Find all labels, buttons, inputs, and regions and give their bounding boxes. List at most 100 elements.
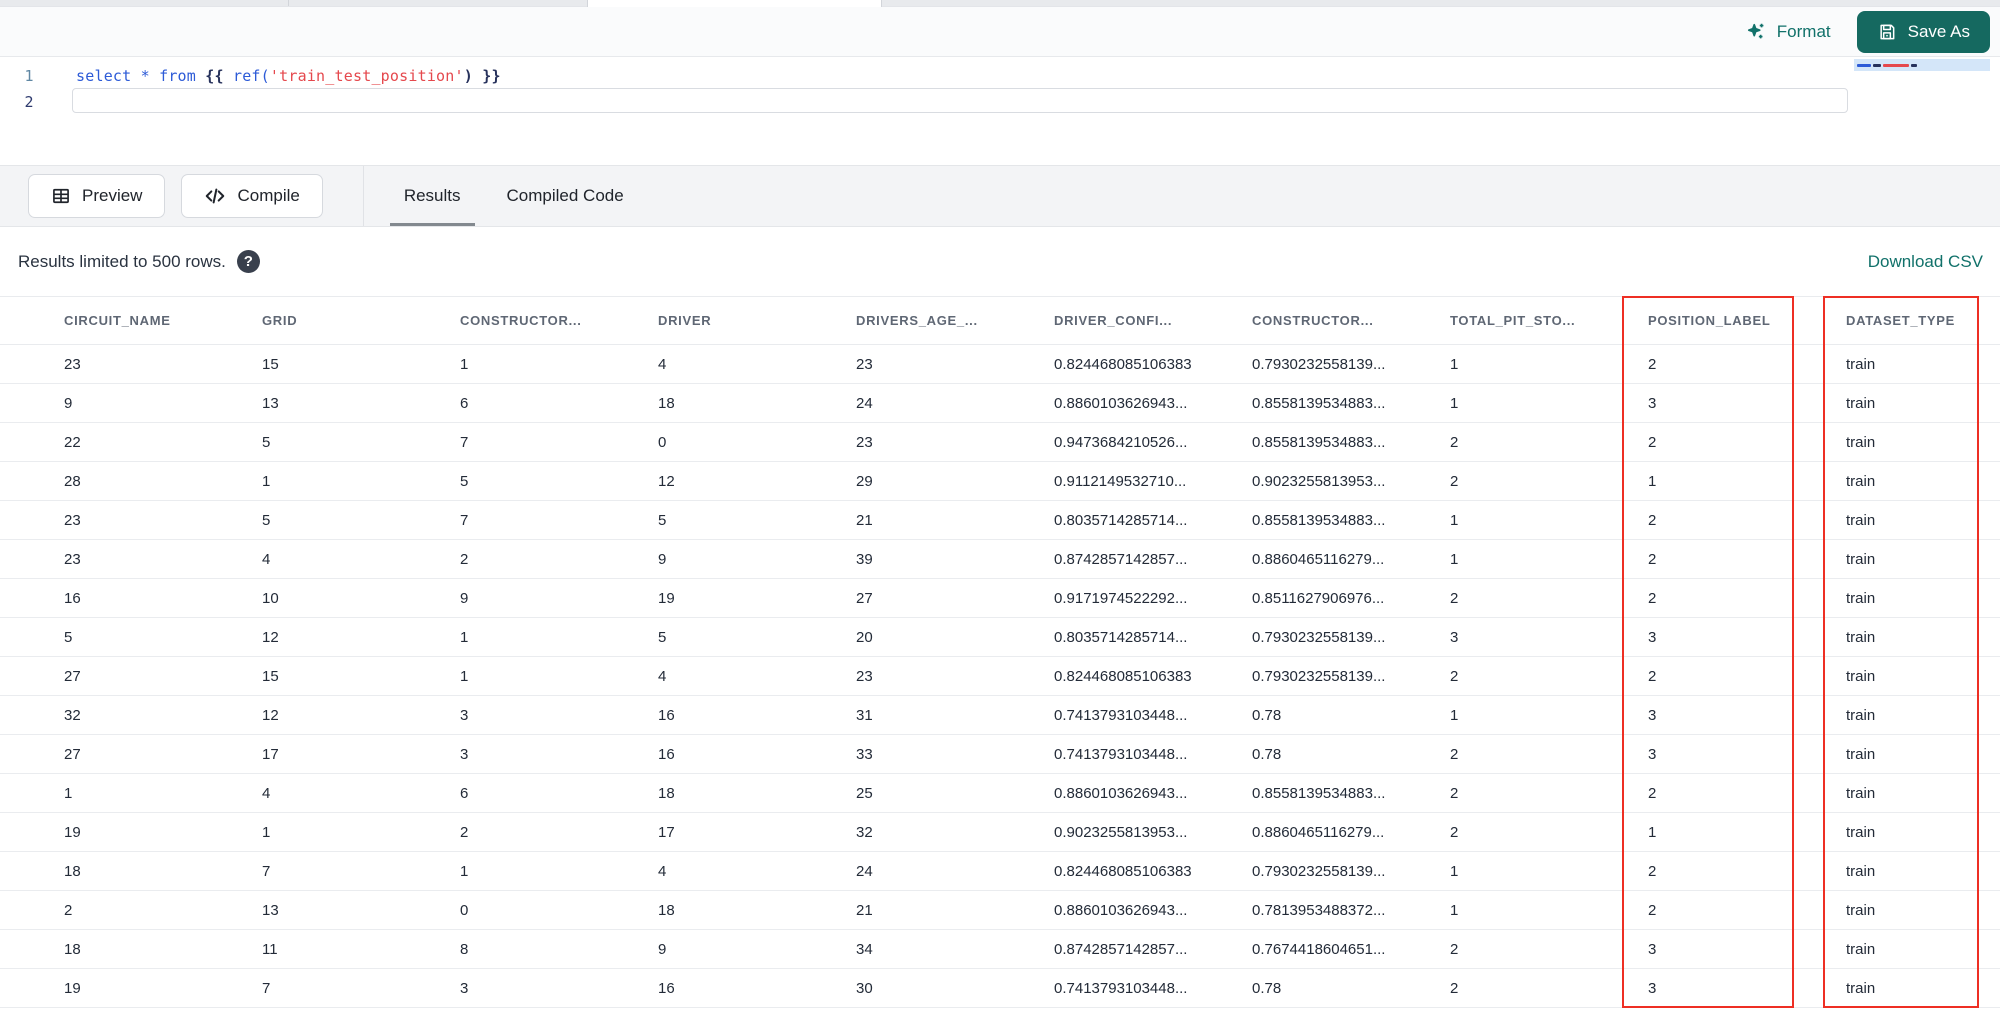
code-icon	[204, 185, 226, 207]
column-header: DATASET_TYPE	[1846, 313, 1956, 328]
table-cell: 23	[64, 511, 81, 529]
table-cell: 0.7813953488372...	[1252, 901, 1386, 919]
sql-statement[interactable]: select * from {{ ref('train_test_positio…	[58, 67, 501, 85]
table-cell: 0.8511627906976...	[1252, 589, 1385, 607]
file-tab-strip[interactable]	[0, 0, 2000, 7]
table-cell: 2	[1648, 355, 1657, 373]
table-cell: 5	[262, 433, 271, 451]
sql-token-plain	[473, 67, 482, 85]
sql-token-plain	[224, 67, 233, 85]
table-cell: 0.8860465116279...	[1252, 550, 1385, 568]
table-row: 2 13 0 18 21 0.8860103626943... 0.781395348837…	[0, 891, 2000, 930]
table-cell: 1	[1450, 901, 1459, 919]
table-cell: 2	[1450, 940, 1459, 958]
table-cell: 0.824468085106383	[1054, 667, 1192, 685]
table-row: 18 11 8 9 34 0.8742857142857... 0.767441860465…	[0, 930, 2000, 969]
table-cell: 0.8558139534883...	[1252, 394, 1386, 412]
help-icon[interactable]: ?	[236, 250, 260, 273]
table-cell: 3	[1648, 706, 1657, 724]
tab-results[interactable]: Results	[389, 166, 475, 226]
table-cell: 9	[460, 589, 469, 607]
table-cell: 5	[262, 511, 271, 529]
tab-compiled-code[interactable]: Compiled Code	[501, 166, 630, 226]
table-cell: 0.78	[1252, 979, 1282, 997]
table-cell: 6	[460, 394, 469, 412]
table-cell: 0.8860103626943...	[1054, 394, 1188, 412]
table-cell: 2	[1648, 784, 1657, 802]
table-cell: 22	[64, 433, 81, 451]
table-cell: 3	[460, 706, 469, 724]
format-button[interactable]: Format	[1746, 21, 1831, 43]
table-cell: 5	[658, 511, 667, 529]
table-cell: 10	[262, 589, 279, 607]
table-header-row: CIRCUIT_NAME GRID CONSTRUCTOR... DRIVER DRIV…	[0, 296, 2000, 345]
column-header: POSITION_LABEL	[1648, 313, 1771, 328]
table-cell: 2	[460, 550, 469, 568]
table-cell: 3	[460, 745, 469, 763]
sql-token-plain	[131, 67, 140, 85]
table-cell: 1	[1648, 823, 1657, 841]
table-cell: train	[1846, 745, 1876, 763]
table-cell: train	[1846, 628, 1876, 646]
table-row: 19 7 3 16 30 0.7413793103448... 0.78 2 3 train	[0, 969, 2000, 1008]
sql-token-brace: {{	[205, 67, 224, 85]
table-row: 23 4 2 9 39 0.8742857142857... 0.8860465116279…	[0, 540, 2000, 579]
table-row: 28 1 5 12 29 0.9112149532710... 0.902325581395…	[0, 462, 2000, 501]
sql-editor[interactable]: 1 select * from {{ ref('train_test_posit…	[0, 57, 2000, 165]
table-grid-icon	[51, 186, 71, 206]
table-cell: 24	[856, 862, 873, 880]
code-line-1[interactable]: 1 select * from {{ ref('train_test_posit…	[0, 63, 2000, 89]
table-cell: train	[1846, 901, 1876, 919]
column-header: CIRCUIT_NAME	[64, 313, 171, 328]
table-cell: 0.78	[1252, 706, 1282, 724]
active-file-tab[interactable]	[587, 0, 882, 7]
table-cell: 2	[1648, 901, 1657, 919]
table-cell: 0.8742857142857...	[1054, 550, 1188, 568]
code-line-2[interactable]: 2	[0, 89, 2000, 115]
table-row: 22 5 7 0 23 0.9473684210526... 0.8558139534883…	[0, 423, 2000, 462]
table-cell: 24	[856, 394, 873, 412]
table-cell: train	[1846, 472, 1876, 490]
save-icon	[1877, 22, 1897, 42]
table-cell: 0.9112149532710...	[1054, 472, 1187, 490]
preview-button[interactable]: Preview	[28, 174, 166, 218]
table-cell: 3	[1648, 979, 1657, 997]
compile-button[interactable]: Compile	[181, 174, 323, 218]
table-cell: 27	[64, 667, 81, 685]
table-cell: 19	[64, 979, 81, 997]
table-cell: 7	[460, 433, 469, 451]
table-cell: 3	[1450, 628, 1459, 646]
save-as-button[interactable]: Save As	[1856, 10, 1990, 53]
table-cell: 0	[460, 901, 469, 919]
table-cell: 0.8035714285714...	[1054, 628, 1188, 646]
minimap-viewport[interactable]	[1854, 59, 1990, 71]
table-cell: train	[1846, 511, 1876, 529]
table-cell: 2	[1648, 511, 1657, 529]
table-cell: 1	[1648, 472, 1657, 490]
save-as-label: Save As	[1907, 21, 1970, 41]
table-cell: 15	[262, 355, 279, 373]
table-row: 18 7 1 4 24 0.824468085106383 0.7930232558139.…	[0, 852, 2000, 891]
table-cell: 5	[460, 472, 469, 490]
table-cell: 16	[658, 706, 675, 724]
table-cell: 0.8558139534883...	[1252, 433, 1386, 451]
table-cell: 0.8035714285714...	[1054, 511, 1188, 529]
table-cell: train	[1846, 589, 1876, 607]
table-cell: train	[1846, 940, 1876, 958]
download-csv-link[interactable]: Download CSV	[1868, 252, 1983, 272]
toolbar-divider	[362, 166, 364, 226]
sql-token-operator: *	[140, 67, 150, 85]
table-cell: 0.7930232558139...	[1252, 667, 1386, 685]
compile-label: Compile	[237, 186, 300, 205]
table-cell: 11	[262, 940, 278, 958]
table-cell: 2	[1648, 667, 1657, 685]
format-label: Format	[1776, 21, 1831, 41]
table-cell: 1	[1450, 706, 1459, 724]
editor-minimap[interactable]	[1854, 59, 1990, 113]
table-body: 23 15 1 4 23 0.824468085106383 0.7930232558139…	[0, 345, 2000, 1008]
table-cell: 18	[658, 394, 675, 412]
table-cell: 1	[1450, 511, 1459, 529]
table-cell: 3	[1648, 628, 1657, 646]
table-cell: 23	[64, 550, 81, 568]
table-cell: 0.7930232558139...	[1252, 355, 1386, 373]
